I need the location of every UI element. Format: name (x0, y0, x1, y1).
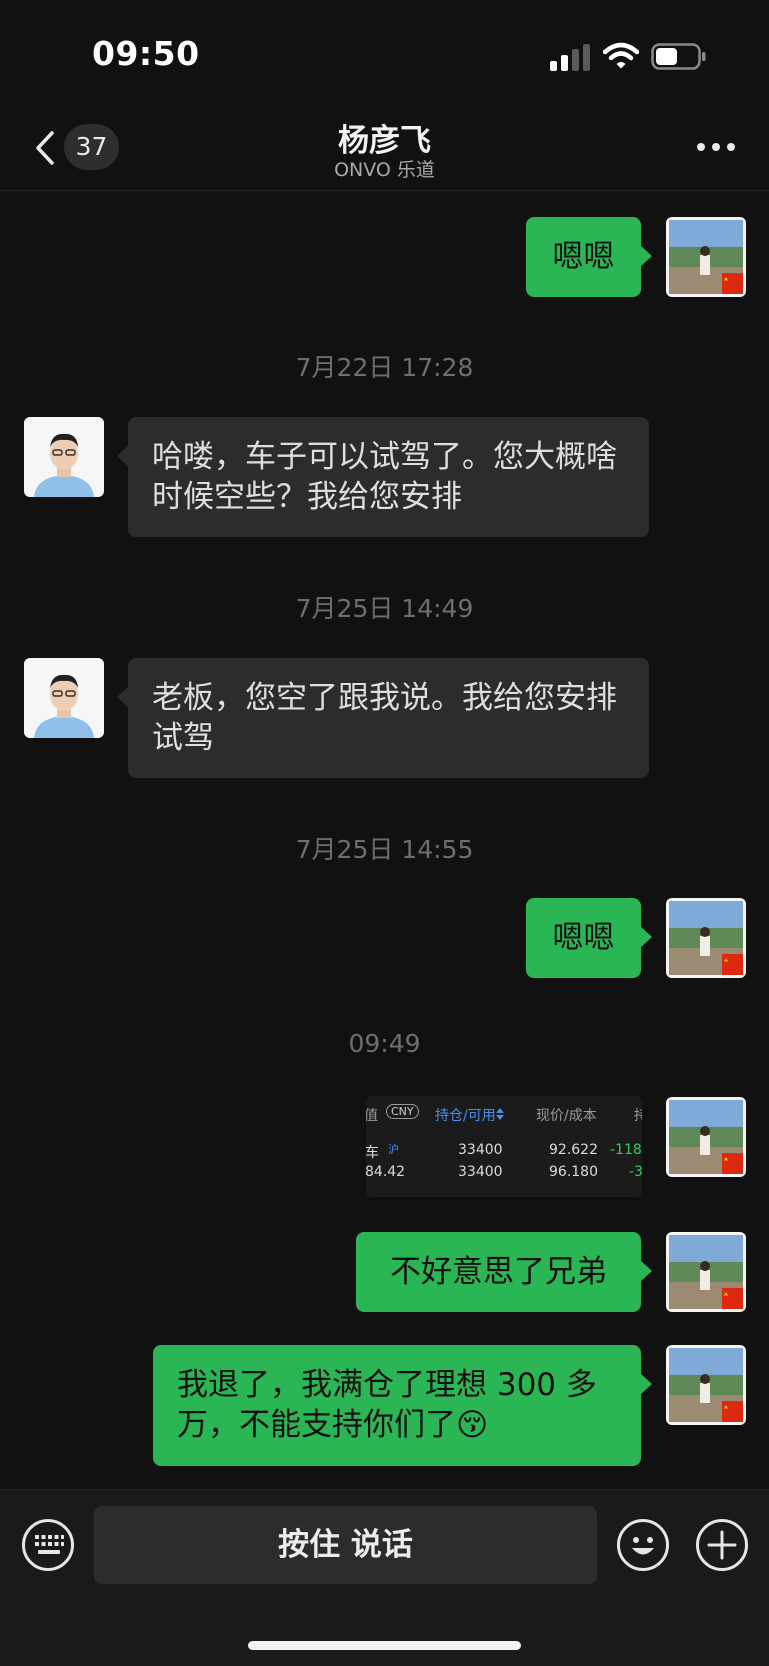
message-text: 老板，您空了跟我说。我给您安排试驾 (152, 680, 617, 756)
keyboard-icon[interactable] (21, 1518, 75, 1572)
my-avatar[interactable] (666, 1232, 746, 1312)
message-text: 我退了，我满仓了理想 300 多万，不能支持你们了😚 (177, 1367, 597, 1443)
plus-icon[interactable] (695, 1518, 749, 1572)
message-text: 嗯嗯 (552, 239, 615, 275)
timestamp: 7月22日 17:28 (295, 353, 474, 382)
message-text: 嗯嗯 (552, 920, 615, 956)
stock-name: 车 (366, 1145, 379, 1161)
currency-badge: CNY (386, 1104, 419, 1119)
stock-market: 沪 (388, 1143, 399, 1156)
emoji-icon[interactable] (616, 1518, 670, 1572)
stock-price: 92.622 (549, 1142, 598, 1158)
message-text: 哈喽，车子可以试驾了。您大概啥时候空些？我给您安排 (152, 439, 617, 515)
sent-message-bubble[interactable]: 不好意思了兄弟 (356, 1232, 652, 1312)
stock-qty: 33400 (458, 1142, 503, 1158)
my-avatar[interactable] (666, 217, 746, 297)
stock-cost: 96.180 (549, 1164, 598, 1180)
stock-header-cut: 持 (634, 1108, 642, 1124)
sort-down-icon (496, 1115, 504, 1120)
signal-icon (550, 44, 590, 71)
sent-message-bubble[interactable]: 我退了，我满仓了理想 300 多万，不能支持你们了😚 (153, 1345, 652, 1466)
home-indicator[interactable] (248, 1641, 521, 1650)
message-text: 不好意思了兄弟 (390, 1254, 607, 1290)
contact-name: 杨彦飞 (338, 123, 431, 159)
received-message-bubble[interactable]: 哈喽，车子可以试驾了。您大概啥时候空些？我给您安排 (117, 417, 649, 537)
contact-avatar[interactable] (24, 417, 104, 497)
my-avatar[interactable] (666, 898, 746, 978)
status-time: 09:50 (92, 34, 200, 73)
timestamp: 7月25日 14:55 (295, 835, 474, 864)
stock-pl-pct: -3 (629, 1164, 642, 1180)
stock-pl: -118 (610, 1142, 642, 1158)
more-icon[interactable] (696, 140, 736, 154)
contact-subtitle: ONVO 乐道 (334, 159, 435, 181)
hold-to-talk-button[interactable]: 按住 说话 (94, 1506, 597, 1584)
received-message-bubble[interactable]: 老板，您空了跟我说。我给您安排试驾 (117, 658, 649, 778)
stock-header-price: 现价/成本 (536, 1108, 597, 1124)
sent-message-bubble[interactable]: 嗯嗯 (526, 898, 652, 978)
stock-available: 33400 (458, 1164, 503, 1180)
my-avatar[interactable] (666, 1345, 746, 1425)
stock-header-position: 持仓/可用 (435, 1108, 496, 1124)
timestamp: 7月25日 14:49 (295, 594, 474, 623)
stock-value: 84.42 (366, 1164, 406, 1180)
sort-up-icon (496, 1108, 504, 1113)
my-avatar[interactable] (666, 1097, 746, 1177)
wifi-icon (603, 42, 639, 69)
contact-avatar[interactable] (24, 658, 104, 738)
stock-header-prefix: 值 (366, 1108, 378, 1124)
timestamp: 09:49 (348, 1029, 421, 1058)
stock-screenshot-image[interactable]: 值 CNY 持仓/可用 现价/成本 持 车 沪 33400 92.622 -11… (366, 1096, 642, 1197)
battery-icon (651, 43, 706, 70)
sent-message-bubble[interactable]: 嗯嗯 (526, 217, 652, 297)
